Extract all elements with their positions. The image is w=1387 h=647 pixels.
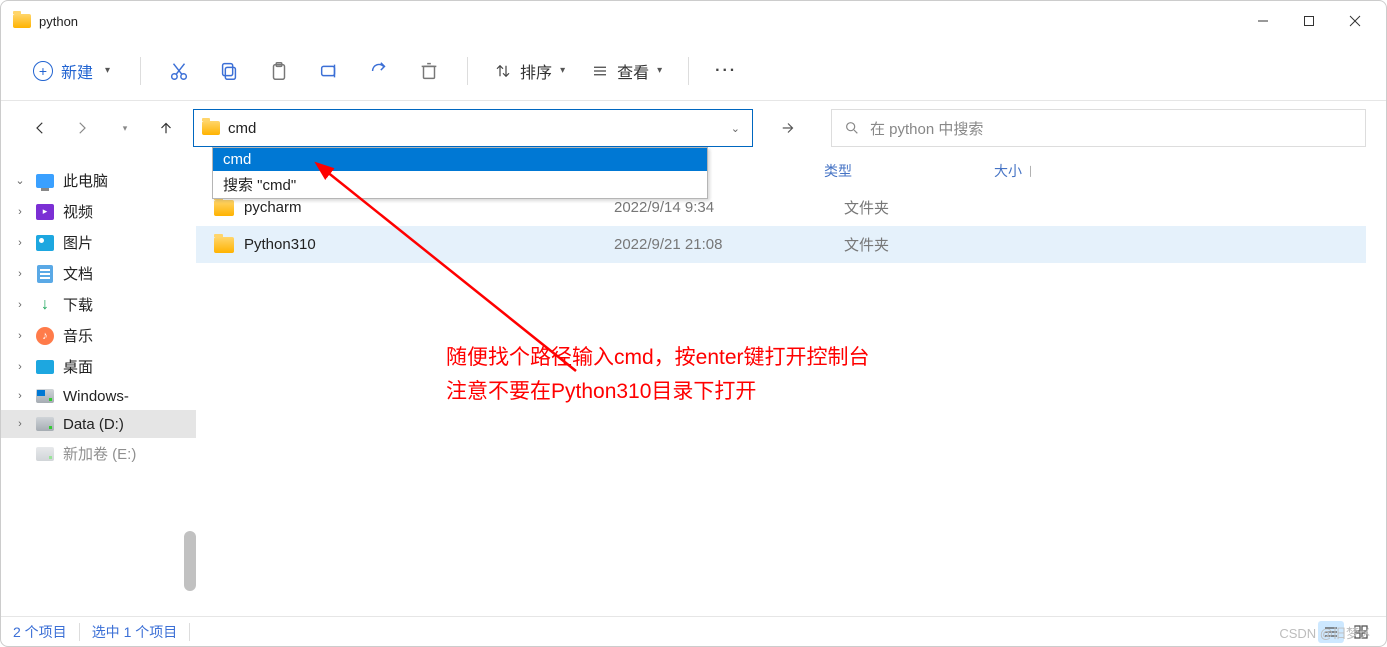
col-type[interactable]: 类型 bbox=[824, 161, 994, 181]
sidebar-documents[interactable]: ›文档 bbox=[1, 258, 196, 289]
chevron-down-icon: ▾ bbox=[657, 65, 662, 76]
address-bar[interactable]: ⌄ cmd 搜索 "cmd" bbox=[193, 109, 753, 147]
chevron-right-icon: › bbox=[13, 361, 27, 373]
sidebar-scrollbar[interactable] bbox=[184, 531, 196, 591]
address-dropdown-toggle[interactable]: ⌄ bbox=[727, 122, 744, 135]
chevron-down-icon: ▾ bbox=[560, 65, 565, 76]
search-box[interactable]: 在 python 中搜索 bbox=[831, 109, 1366, 147]
annotation-text: 随便找个路径输入cmd，按enter键打开控制台 注意不要在Python310目… bbox=[446, 341, 870, 408]
explorer-body: ⌄此电脑 ›视频 ›图片 ›文档 ›↓下载 ›♪音乐 ›桌面 ›Windows-… bbox=[1, 151, 1386, 616]
toolbar-separator bbox=[688, 57, 689, 85]
sort-button[interactable]: 排序 ▾ bbox=[484, 53, 575, 89]
rename-button[interactable] bbox=[307, 51, 351, 91]
new-button[interactable]: + 新建 ▾ bbox=[19, 53, 124, 89]
status-selected: 选中 1 个项目 bbox=[92, 622, 178, 642]
sidebar-pictures[interactable]: ›图片 bbox=[1, 227, 196, 258]
download-icon: ↓ bbox=[35, 296, 55, 314]
chevron-right-icon: › bbox=[13, 237, 27, 249]
search-placeholder: 在 python 中搜索 bbox=[870, 118, 983, 139]
search-icon bbox=[844, 120, 860, 136]
chevron-right-icon: › bbox=[13, 390, 27, 402]
address-dropdown: cmd 搜索 "cmd" bbox=[212, 147, 708, 199]
sidebar-desktop[interactable]: ›桌面 bbox=[1, 351, 196, 382]
address-folder-icon bbox=[202, 121, 220, 135]
sidebar[interactable]: ⌄此电脑 ›视频 ›图片 ›文档 ›↓下载 ›♪音乐 ›桌面 ›Windows-… bbox=[1, 151, 196, 616]
sort-label: 排序 bbox=[520, 59, 552, 83]
delete-button[interactable] bbox=[407, 51, 451, 91]
back-button[interactable] bbox=[25, 113, 55, 143]
folder-row-python310[interactable]: Python310 2022/9/21 21:08 文件夹 bbox=[196, 226, 1366, 263]
new-label: 新建 bbox=[61, 59, 93, 83]
title-bar: python bbox=[1, 1, 1386, 41]
view-button[interactable]: 查看 ▾ bbox=[581, 53, 672, 89]
sidebar-music[interactable]: ›♪音乐 bbox=[1, 320, 196, 351]
sidebar-videos[interactable]: ›视频 bbox=[1, 196, 196, 227]
sidebar-extra-drive[interactable]: 新加卷 (E:) bbox=[1, 438, 196, 469]
chevron-right-icon: › bbox=[13, 206, 27, 218]
forward-button[interactable] bbox=[67, 113, 97, 143]
share-button[interactable] bbox=[357, 51, 401, 91]
toolbar: + 新建 ▾ 排序 ▾ 查看 ▾ ··· bbox=[1, 41, 1386, 101]
close-button[interactable] bbox=[1332, 5, 1378, 37]
window-title: python bbox=[39, 14, 78, 29]
copy-button[interactable] bbox=[207, 51, 251, 91]
toolbar-separator bbox=[140, 57, 141, 85]
view-icon bbox=[591, 62, 609, 80]
chevron-right-icon: › bbox=[13, 299, 27, 311]
chevron-down-icon: ▾ bbox=[123, 123, 128, 134]
dropdown-item-search[interactable]: 搜索 "cmd" bbox=[213, 171, 707, 198]
content-area: 类型 大小│ pycharm 2022/9/14 9:34 文件夹 Python… bbox=[196, 151, 1386, 616]
chevron-down-icon: ▾ bbox=[105, 65, 110, 76]
chevron-right-icon: › bbox=[13, 330, 27, 342]
status-separator bbox=[79, 623, 80, 641]
sort-indicator-icon: │ bbox=[1028, 166, 1034, 176]
maximize-button[interactable] bbox=[1286, 5, 1332, 37]
address-input[interactable] bbox=[228, 120, 719, 137]
sidebar-windows-drive[interactable]: ›Windows- bbox=[1, 382, 196, 410]
sort-icon bbox=[494, 62, 512, 80]
folder-icon bbox=[214, 200, 234, 216]
sidebar-data-drive[interactable]: ›Data (D:) bbox=[1, 410, 196, 438]
paste-button[interactable] bbox=[257, 51, 301, 91]
nav-row: ▾ ⌄ cmd 搜索 "cmd" 在 python 中搜索 bbox=[1, 101, 1386, 151]
watermark: CSDN @旧梦㐅 bbox=[1279, 623, 1372, 642]
title-folder-icon bbox=[13, 14, 31, 28]
go-button[interactable] bbox=[773, 113, 803, 143]
view-label: 查看 bbox=[617, 59, 649, 83]
chevron-down-icon: ⌄ bbox=[13, 174, 27, 187]
chevron-right-icon: › bbox=[13, 268, 27, 280]
minimize-button[interactable] bbox=[1240, 5, 1286, 37]
sidebar-downloads[interactable]: ›↓下载 bbox=[1, 289, 196, 320]
chevron-right-icon: › bbox=[13, 418, 27, 430]
dropdown-item-cmd[interactable]: cmd bbox=[213, 148, 707, 171]
toolbar-separator bbox=[467, 57, 468, 85]
folder-icon bbox=[214, 237, 234, 253]
status-count: 2 个项目 bbox=[13, 622, 67, 642]
status-separator bbox=[189, 623, 190, 641]
more-button[interactable]: ··· bbox=[705, 62, 747, 80]
col-size[interactable]: 大小│ bbox=[994, 161, 1094, 181]
status-bar: 2 个项目 选中 1 个项目 bbox=[1, 616, 1386, 646]
recent-button[interactable]: ▾ bbox=[109, 113, 139, 143]
plus-icon: + bbox=[33, 61, 53, 81]
sidebar-this-pc[interactable]: ⌄此电脑 bbox=[1, 165, 196, 196]
up-button[interactable] bbox=[151, 113, 181, 143]
file-explorer-window: python + 新建 ▾ 排序 ▾ 查看 ▾ ··· bbox=[0, 0, 1387, 647]
cut-button[interactable] bbox=[157, 51, 201, 91]
